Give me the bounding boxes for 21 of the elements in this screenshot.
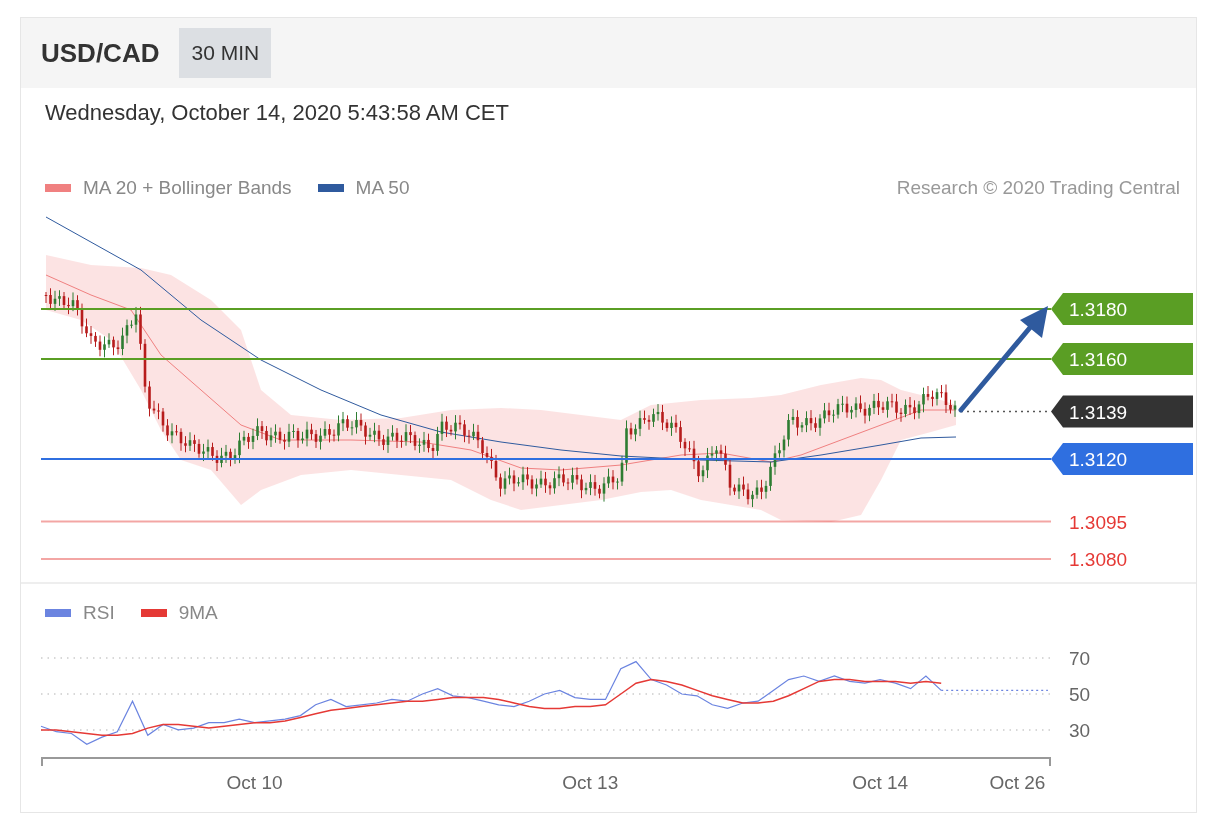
- credit-text: Research © 2020 Trading Central: [896, 175, 1180, 200]
- price-tag: 1.3139: [1051, 395, 1193, 428]
- y-tick-label: 30: [1069, 719, 1091, 741]
- legend-label: MA 50: [355, 175, 410, 200]
- y-tick-label: 70: [1069, 648, 1091, 669]
- symbol-title: USD/CAD: [41, 36, 160, 70]
- price-tag: 1.3160: [1051, 343, 1193, 375]
- timeframe-badge: 30 MIN: [179, 28, 272, 78]
- legend-label: 9MA: [178, 600, 218, 625]
- timestamp: Wednesday, October 14, 2020 5:43:58 AM CET: [44, 100, 510, 126]
- price-tag: 1.3120: [1051, 443, 1193, 475]
- x-tick-label: Oct 13: [562, 772, 619, 793]
- legend-label: RSI: [83, 600, 115, 625]
- price-label: 1.3095: [1069, 511, 1128, 533]
- price-label: 1.3080: [1069, 549, 1128, 570]
- y-tick-label: 50: [1069, 683, 1091, 705]
- x-tick-label: Oct 14: [852, 772, 909, 793]
- x-tick-label: Oct 26: [989, 772, 1046, 793]
- x-tick-label: Oct 10: [226, 772, 283, 793]
- price-tag: 1.3180: [1051, 293, 1193, 325]
- legend-label: MA 20 + Bollinger Bands: [83, 175, 292, 200]
